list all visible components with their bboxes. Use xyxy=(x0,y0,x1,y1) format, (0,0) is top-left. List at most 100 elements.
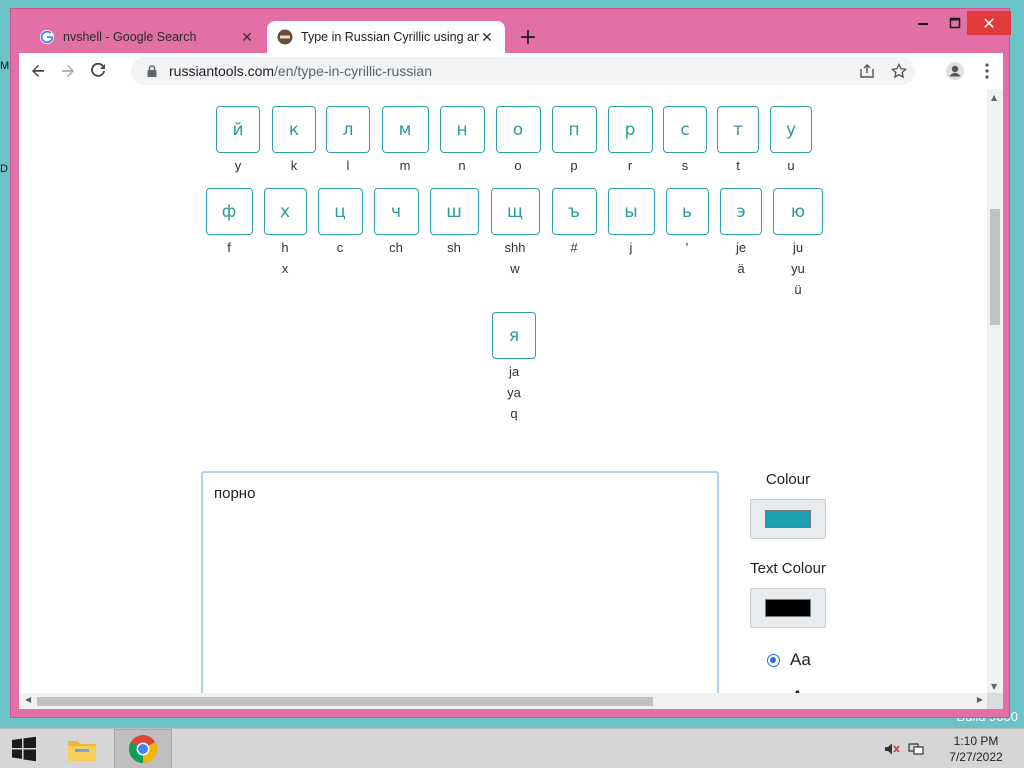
latin-equivalent-label: je xyxy=(735,240,747,255)
scrollbar-corner xyxy=(987,693,1003,709)
cyrillic-key[interactable]: ъ xyxy=(551,188,597,235)
latin-equivalent-label: w xyxy=(510,261,520,276)
latin-equivalent-label: ja xyxy=(508,364,520,379)
scroll-right-icon[interactable]: ▶ xyxy=(977,695,983,704)
cyrillic-key[interactable]: ч xyxy=(373,188,419,235)
cyrillic-key[interactable]: ш xyxy=(429,188,479,235)
russiantools-favicon-icon xyxy=(277,29,293,45)
cyrillic-key[interactable]: й xyxy=(216,106,260,153)
folder-icon xyxy=(68,741,96,761)
profile-icon[interactable] xyxy=(939,56,971,86)
cyrillic-key[interactable]: о xyxy=(495,106,541,153)
scroll-down-icon[interactable]: ▼ xyxy=(991,682,997,691)
latin-equivalent-label: shh xyxy=(504,240,526,255)
latin-equivalent-label: ä xyxy=(737,261,745,276)
tab-russiantools[interactable]: Type in Russian Cyrillic using an Englis… xyxy=(267,21,505,53)
bookmark-star-icon[interactable] xyxy=(883,57,915,85)
browser-toolbar: russiantools.com /en/type-in-cyrillic-ru… xyxy=(19,53,1003,89)
latin-equivalent-label: y xyxy=(234,158,242,173)
scroll-up-icon[interactable]: ▲ xyxy=(991,93,997,102)
clock[interactable]: 1:10 PM 7/27/2022 xyxy=(928,733,1024,765)
tab-google-search[interactable]: nvshell - Google Search ✕ xyxy=(29,21,265,53)
menu-kebab-icon[interactable] xyxy=(971,56,1003,86)
latin-equivalent-label: k xyxy=(290,158,298,173)
share-icon[interactable] xyxy=(851,57,883,85)
chrome-taskbar-button[interactable] xyxy=(114,729,172,768)
latin-equivalent-label: ' xyxy=(685,240,689,255)
tab-close-icon[interactable]: ✕ xyxy=(239,29,255,45)
url-path: /en/type-in-cyrillic-russian xyxy=(274,63,432,79)
vertical-scrollbar[interactable]: ▲ ▼ xyxy=(987,89,1003,693)
arrow-right-icon xyxy=(62,64,74,77)
file-explorer-button[interactable] xyxy=(58,729,106,768)
horizontal-scrollbar[interactable]: ◀ ▶ xyxy=(19,693,1003,709)
lock-icon[interactable] xyxy=(145,64,159,78)
address-bar[interactable]: russiantools.com /en/type-in-cyrillic-ru… xyxy=(131,57,915,85)
cyrillic-key[interactable]: л xyxy=(326,106,370,153)
minimize-button[interactable] xyxy=(907,11,939,35)
start-button[interactable] xyxy=(0,729,48,768)
cyrillic-key[interactable]: т xyxy=(717,106,759,153)
latin-equivalent-label: x xyxy=(281,261,289,276)
cyrillic-key[interactable]: к xyxy=(272,106,316,153)
text-colour-swatch xyxy=(765,599,811,617)
cyrillic-key[interactable]: ь xyxy=(665,188,709,235)
reload-button[interactable] xyxy=(83,56,113,86)
latin-equivalent-label: p xyxy=(570,158,578,173)
latin-equivalent-label: ch xyxy=(389,240,403,255)
latin-equivalent-label: r xyxy=(627,158,633,173)
cyrillic-key[interactable]: я xyxy=(492,312,536,359)
cyrillic-key[interactable]: у xyxy=(770,106,812,153)
taskbar: 1:10 PM 7/27/2022 xyxy=(0,728,1024,768)
forward-button[interactable] xyxy=(53,56,83,86)
text-colour-picker-button[interactable] xyxy=(750,588,826,628)
latin-equivalent-label: ju xyxy=(792,240,804,255)
colour-swatch xyxy=(765,510,811,528)
font-size-option-small[interactable]: Aa xyxy=(767,650,811,670)
latin-equivalent-label: q xyxy=(510,406,518,421)
font-size-option-label: Aa xyxy=(790,650,811,669)
cyrillic-key[interactable]: р xyxy=(607,106,653,153)
windows-logo-icon xyxy=(12,736,36,762)
scroll-thumb[interactable] xyxy=(37,697,653,706)
google-icon xyxy=(40,30,54,44)
cyrillic-key[interactable]: э xyxy=(720,188,762,235)
latin-equivalent-label: l xyxy=(346,158,350,173)
arrow-left-icon xyxy=(32,64,44,77)
latin-equivalent-label: t xyxy=(736,158,740,173)
latin-equivalent-label: j xyxy=(629,240,633,255)
cyrillic-key[interactable]: ы xyxy=(607,188,655,235)
desktop-icon-edge[interactable]: M xyxy=(0,60,9,72)
cyrillic-text-area[interactable]: порно xyxy=(201,471,719,709)
clock-date: 7/27/2022 xyxy=(949,750,1003,764)
scroll-left-icon[interactable]: ◀ xyxy=(25,695,31,704)
cyrillic-key[interactable]: х xyxy=(263,188,307,235)
tab-title: Type in Russian Cyrillic using an Englis… xyxy=(301,30,479,44)
scroll-thumb[interactable] xyxy=(990,209,1000,325)
cyrillic-key[interactable]: ю xyxy=(773,188,823,235)
desktop-icon-edge[interactable]: D xyxy=(0,163,8,175)
cyrillic-key[interactable]: н xyxy=(439,106,485,153)
cyrillic-key[interactable]: с xyxy=(663,106,707,153)
clock-time: 1:10 PM xyxy=(953,734,999,748)
volume-muted-icon[interactable] xyxy=(880,729,904,768)
latin-equivalent-label: f xyxy=(227,240,231,255)
reload-icon xyxy=(91,63,105,77)
cyrillic-key[interactable]: ф xyxy=(205,188,253,235)
colour-picker-button[interactable] xyxy=(750,499,826,539)
radio-button[interactable] xyxy=(767,653,780,667)
cyrillic-key[interactable]: щ xyxy=(490,188,540,235)
cyrillic-key[interactable]: п xyxy=(551,106,597,153)
network-icon[interactable] xyxy=(904,729,928,768)
cyrillic-key[interactable]: м xyxy=(381,106,429,153)
cyrillic-key[interactable]: ц xyxy=(317,188,363,235)
latin-equivalent-label: sh xyxy=(447,240,461,255)
page-viewport: й y к k л l м m н n о o п p р r с s т t у u ф f х h x ц c ч ch ш sh щ shh w… xyxy=(19,89,1003,709)
new-tab-button[interactable]: + xyxy=(516,25,540,50)
latin-equivalent-label: n xyxy=(458,158,466,173)
tab-close-icon[interactable]: ✕ xyxy=(479,29,495,45)
latin-equivalent-label: # xyxy=(570,240,578,255)
close-window-button[interactable]: ✕ xyxy=(967,11,1011,35)
latin-equivalent-label: m xyxy=(399,158,411,173)
back-button[interactable] xyxy=(23,56,53,86)
